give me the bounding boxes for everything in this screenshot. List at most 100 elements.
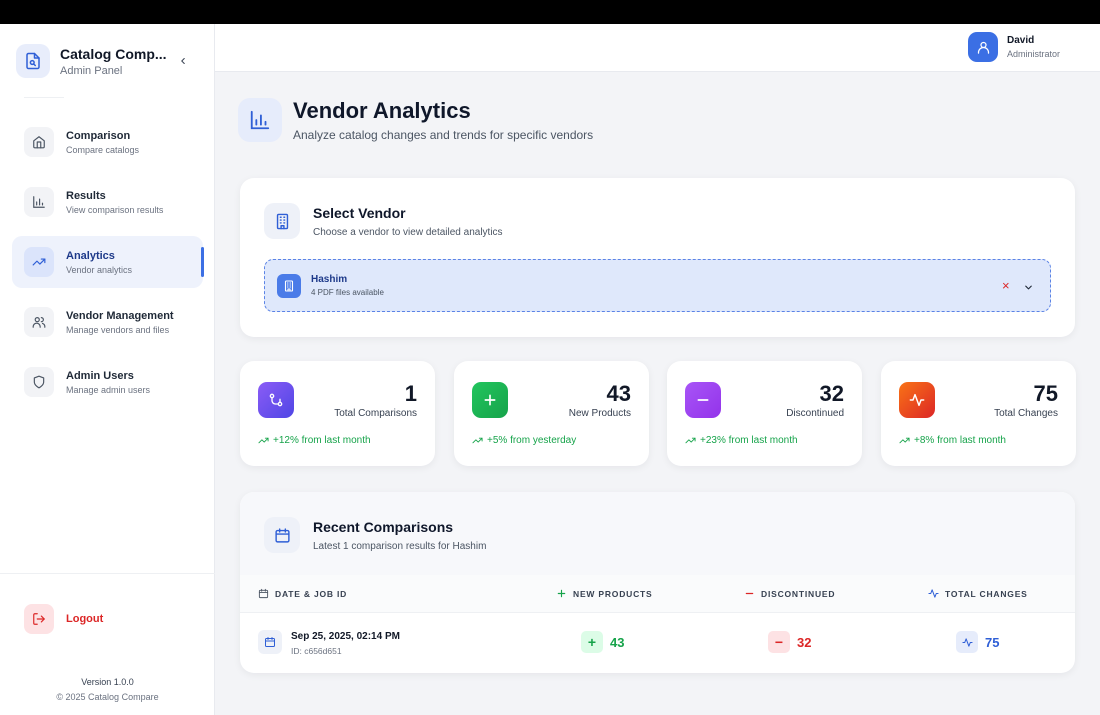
stat-trend: +5% from yesterday — [472, 435, 576, 446]
column-header-discontinued: DISCONTINUED — [744, 588, 835, 599]
analytics-chart-icon — [238, 98, 282, 142]
activity-icon — [928, 589, 939, 598]
window-top-bar — [0, 0, 1100, 24]
version-text: Version 1.0.0 — [81, 677, 134, 687]
recent-comparisons-header: Recent Comparisons Latest 1 comparison r… — [264, 517, 486, 553]
trending-up-icon — [472, 437, 483, 444]
recent-comparisons-card: Recent Comparisons Latest 1 comparison r… — [240, 492, 1075, 673]
calendar-icon — [258, 588, 269, 599]
copyright-text: © 2025 Catalog Compare — [56, 692, 159, 702]
trending-up-icon — [258, 437, 269, 444]
stat-label: Discontinued — [786, 408, 844, 419]
activity-icon — [956, 631, 978, 653]
sidebar-item-analytics[interactable]: Analytics Vendor analytics — [12, 236, 204, 288]
chevron-left-icon — [181, 57, 185, 65]
select-vendor-card: Select Vendor Choose a vendor to view de… — [240, 178, 1075, 337]
sidebar-item-label: Comparison — [66, 129, 131, 142]
plus-badge: + — [581, 631, 603, 653]
stat-value: 75 — [1033, 381, 1058, 406]
section-title: Recent Comparisons — [313, 518, 454, 535]
activity-icon — [899, 382, 935, 418]
divider — [0, 573, 215, 574]
page-subtitle: Analyze catalog changes and trends for s… — [293, 128, 594, 142]
new-products-value: 43 — [610, 634, 625, 650]
sidebar-item-sub: View comparison results — [66, 204, 164, 215]
minus-badge: − — [768, 631, 790, 653]
sidebar-item-sub: Compare catalogs — [66, 144, 140, 155]
sidebar-item-comparison[interactable]: Comparison Compare catalogs — [12, 116, 203, 168]
calendar-icon — [264, 517, 300, 553]
sidebar-item-label: Vendor Management — [66, 309, 174, 322]
discontinued-cell: − 32 — [768, 631, 811, 653]
section-subtitle: Choose a vendor to view detailed analyti… — [313, 226, 503, 238]
section-subtitle: Latest 1 comparison results for Hashim — [313, 540, 487, 552]
stat-card-total-comparisons: 1 Total Comparisons +12% from last month — [240, 361, 435, 466]
home-icon — [24, 127, 54, 157]
column-header-total-changes: TOTAL CHANGES — [928, 588, 1028, 599]
stat-trend-text: +12% from last month — [273, 435, 371, 446]
logout-icon — [24, 604, 54, 634]
table-row[interactable]: Sep 25, 2025, 02:14 PM ID: c656d651 + 43… — [240, 613, 1075, 673]
sidebar-item-vendor-management[interactable]: Vendor Management Manage vendors and fil… — [12, 296, 203, 348]
vendor-select[interactable]: Hashim 4 PDF files available × — [264, 259, 1051, 312]
sidebar-item-admin-users[interactable]: Admin Users Manage admin users — [12, 356, 203, 408]
divider — [24, 97, 64, 98]
stat-trend-text: +8% from last month — [914, 435, 1006, 446]
stat-label: Total Comparisons — [334, 408, 417, 419]
stat-trend-text: +23% from last month — [700, 435, 798, 446]
stat-trend-text: +5% from yesterday — [487, 435, 577, 446]
trending-up-icon — [685, 437, 696, 444]
stat-label: Total Changes — [994, 408, 1058, 419]
trending-up-icon — [24, 247, 54, 277]
collapse-sidebar-button[interactable] — [176, 54, 190, 68]
selected-vendor-files: 4 PDF files available — [311, 288, 384, 297]
sidebar: Catalog Comp... Admin Panel Comparison C… — [0, 24, 215, 715]
total-changes-cell: 75 — [956, 631, 999, 653]
sidebar-item-label: Analytics — [66, 249, 115, 262]
sidebar-item-label: Results — [66, 189, 106, 202]
column-header-date: DATE & JOB ID — [258, 588, 347, 599]
page-header: Vendor Analytics Analyze catalog changes… — [238, 98, 593, 142]
stat-value: 43 — [606, 381, 631, 406]
stat-value: 1 — [404, 381, 417, 406]
git-compare-icon — [258, 382, 294, 418]
user-avatar-icon — [968, 32, 998, 62]
user-name: David — [1007, 35, 1035, 46]
building-icon — [264, 203, 300, 239]
logout-label: Logout — [66, 613, 104, 625]
stat-trend: +8% from last month — [899, 435, 1006, 446]
total-changes-value: 75 — [985, 634, 1000, 650]
minus-icon — [745, 592, 754, 595]
brand: Catalog Comp... Admin Panel — [16, 44, 170, 78]
catalog-logo-icon — [16, 44, 50, 78]
sidebar-item-results[interactable]: Results View comparison results — [12, 176, 203, 228]
shield-icon — [24, 367, 54, 397]
calendar-icon — [258, 630, 282, 654]
new-products-cell: + 43 — [581, 631, 624, 653]
stat-value: 32 — [819, 381, 844, 406]
page-title: Vendor Analytics — [293, 98, 471, 123]
select-vendor-header: Select Vendor Choose a vendor to view de… — [264, 203, 503, 239]
stat-card-new-products: 43 New Products +5% from yesterday — [454, 361, 649, 466]
sidebar-item-label: Admin Users — [66, 369, 134, 382]
user-menu[interactable]: David Administrator — [968, 32, 1060, 62]
selected-vendor-name: Hashim — [311, 274, 348, 285]
stat-label: New Products — [568, 408, 631, 419]
stat-card-discontinued: 32 Discontinued +23% from last month — [667, 361, 862, 466]
user-role: Administrator — [1007, 49, 1061, 59]
discontinued-value: 32 — [797, 634, 812, 650]
column-header-new-products: NEW PRODUCTS — [556, 588, 653, 599]
app-subtitle: Admin Panel — [60, 64, 123, 77]
logout-button[interactable]: Logout — [24, 604, 103, 634]
table-header: DATE & JOB ID NEW PRODUCTS DISCONTINUED … — [240, 575, 1075, 613]
section-title: Select Vendor — [313, 204, 406, 221]
users-icon — [24, 307, 54, 337]
stat-trend: +12% from last month — [258, 435, 371, 446]
chevron-down-icon[interactable] — [1023, 280, 1034, 298]
sidebar-nav: Comparison Compare catalogs Results View… — [12, 116, 204, 416]
stat-card-total-changes: 75 Total Changes +8% from last month — [881, 361, 1076, 466]
clear-selection-button[interactable]: × — [1002, 279, 1010, 293]
app-title: Catalog Comp... — [60, 45, 167, 62]
sidebar-item-sub: Manage vendors and files — [66, 324, 170, 335]
sidebar-item-sub: Manage admin users — [66, 384, 151, 395]
